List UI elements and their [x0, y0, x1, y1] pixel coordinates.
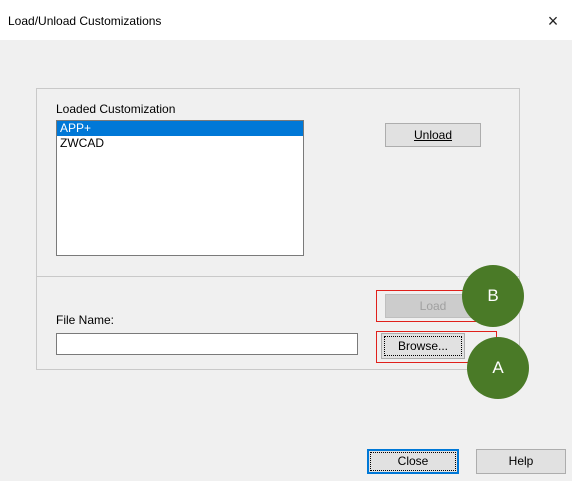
file-name-input[interactable]	[56, 333, 358, 355]
loaded-customization-label: Loaded Customization	[56, 102, 176, 116]
list-item-app-plus[interactable]: APP+	[57, 121, 303, 136]
close-focus-rect	[370, 452, 456, 471]
focus-rect	[384, 336, 462, 356]
dialog-window: Load/Unload Customizations × Loaded Cust…	[0, 0, 572, 481]
help-button-label: Help	[508, 454, 534, 468]
browse-button[interactable]: Browse...	[381, 333, 465, 359]
customization-listbox[interactable]: APP+ ZWCAD	[56, 120, 304, 256]
help-button[interactable]: Help	[476, 449, 566, 474]
annotation-marker-b: B	[462, 265, 524, 327]
load-button-label: Load	[419, 299, 447, 313]
unload-button-label: Unload	[413, 128, 453, 142]
file-name-label: File Name:	[56, 313, 115, 327]
close-button[interactable]: Close	[367, 449, 459, 474]
window-title: Load/Unload Customizations	[8, 14, 162, 28]
annotation-marker-a: A	[467, 337, 529, 399]
title-bar: Load/Unload Customizations ×	[0, 0, 572, 40]
group-divider	[37, 276, 519, 277]
list-item-zwcad[interactable]: ZWCAD	[57, 136, 303, 151]
close-icon[interactable]: ×	[542, 10, 564, 32]
unload-button[interactable]: Unload	[385, 123, 481, 147]
